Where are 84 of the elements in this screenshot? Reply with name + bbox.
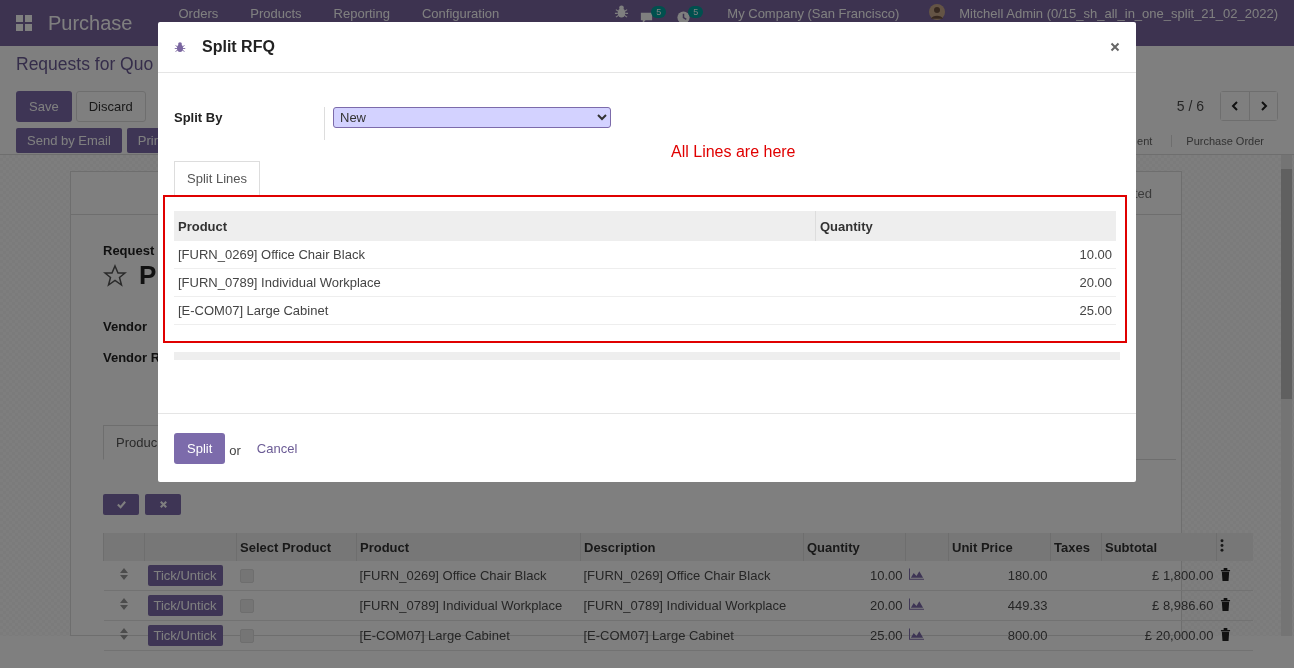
annotation-text: All Lines are here — [671, 143, 797, 161]
discard-button[interactable]: Discard — [75, 90, 146, 122]
avatar-icon[interactable] — [929, 4, 946, 20]
table-cell: £ 1,800.00 — [1101, 561, 1217, 591]
column-header: Product — [174, 211, 816, 241]
notebook-tab[interactable]: Split Lines — [174, 161, 260, 195]
menu-item[interactable]: Orders — [178, 6, 219, 21]
field-label: Split By — [174, 110, 224, 125]
chevron-right-icon — [1258, 101, 1269, 111]
tick-untick-button[interactable]: Tick/Untick — [147, 625, 223, 646]
drag-handle-icon[interactable] — [120, 598, 128, 610]
check-button[interactable] — [103, 494, 139, 515]
table-cell: 20.00 — [803, 590, 906, 621]
table-cell: 25.00 — [803, 620, 906, 651]
table-cell: [FURN_0269] Office Chair Black — [174, 241, 816, 269]
count-badge: 5 — [651, 6, 667, 18]
split-by-select[interactable]: New — [333, 107, 611, 128]
breadcrumb-link[interactable]: Requests for Quo — [16, 54, 154, 82]
table-cell: [FURN_0269] Office Chair Black — [356, 561, 581, 591]
trash-icon[interactable] — [1219, 567, 1231, 581]
or-text: or — [229, 442, 241, 458]
table-cell: 800.00 — [948, 620, 1051, 651]
table-cell: [FURN_0789] Individual Workplace — [356, 590, 581, 621]
trash-icon[interactable] — [1219, 627, 1231, 641]
company-switcher[interactable]: My Company (San Francisco) — [727, 6, 900, 21]
table-cell: [FURN_0789] Individual Workplace — [580, 590, 804, 621]
table-cell: 25.00 — [815, 296, 1116, 325]
table-cell: £ 8,986.60 — [1101, 590, 1217, 621]
cancel-link[interactable]: Cancel — [256, 440, 298, 456]
column-header: Description — [580, 533, 804, 561]
table-cell: 449.33 — [948, 590, 1051, 621]
close-icon[interactable] — [1110, 42, 1120, 52]
bug-icon — [174, 41, 186, 53]
table-cell: [FURN_0269] Office Chair Black — [580, 561, 804, 591]
menu-item[interactable]: Reporting — [333, 6, 390, 21]
tick-untick-button[interactable]: Tick/Untick — [147, 595, 223, 616]
column-header: Select Product — [236, 533, 357, 561]
area-chart-icon[interactable] — [908, 598, 924, 610]
chevron-left-icon — [1230, 101, 1240, 111]
table-cell: [E-COM07] Large Cabinet — [356, 620, 581, 651]
clock-icon[interactable] — [676, 10, 692, 25]
app-name: Purchase — [48, 11, 133, 35]
area-chart-icon[interactable] — [908, 568, 924, 580]
more-icon[interactable] — [1220, 539, 1224, 552]
field-label: Vendor — [103, 319, 148, 334]
bug-icon[interactable] — [614, 4, 630, 19]
drag-handle-icon[interactable] — [120, 628, 128, 640]
star-icon[interactable] — [103, 263, 127, 288]
column-header: Subtotal — [1101, 533, 1217, 561]
next-button[interactable] — [1249, 92, 1277, 120]
area-chart-icon[interactable] — [908, 628, 924, 640]
table-cell: [E-COM07] Large Cabinet — [174, 296, 816, 325]
trash-icon[interactable] — [1219, 597, 1231, 611]
table-cell: 10.00 — [803, 561, 906, 591]
column-header: Quantity — [803, 533, 906, 561]
tick-untick-button[interactable]: Tick/Untick — [147, 565, 223, 586]
table-cell: 20.00 — [815, 268, 1116, 297]
user-menu[interactable]: Mitchell Admin (0/15_sh_all_in_one_split_21_02_2022) — [959, 6, 1278, 21]
document-label: Request — [103, 243, 155, 258]
table-cell: [E-COM07] Large Cabinet — [580, 620, 804, 651]
status-step[interactable]: Purchase Order — [1171, 134, 1278, 147]
apps-menu-icon[interactable] — [16, 15, 32, 31]
action-button[interactable]: Send by Email — [16, 128, 122, 153]
split-button[interactable]: Split — [174, 432, 226, 464]
menu-item[interactable]: Configuration — [421, 6, 500, 21]
save-button[interactable]: Save — [16, 90, 72, 122]
column-header: Unit Price — [948, 533, 1051, 561]
table-cell: 180.00 — [948, 561, 1051, 591]
close-button[interactable] — [145, 494, 181, 515]
scrollbar[interactable] — [1281, 155, 1292, 636]
check-icon — [115, 499, 127, 510]
pager-value: 5 / 6 — [1176, 98, 1204, 114]
dialog-title: Split RFQ — [202, 38, 275, 56]
column-header: Product — [356, 533, 581, 561]
table-cell: 10.00 — [815, 241, 1116, 269]
count-badge: 5 — [688, 6, 704, 18]
table-cell: £ 20,000.00 — [1101, 620, 1217, 651]
column-header: Quantity — [815, 211, 1116, 241]
document-title: P — [139, 260, 157, 291]
drag-handle-icon[interactable] — [120, 568, 128, 580]
column-header: Taxes — [1050, 533, 1102, 561]
menu-item[interactable]: Products — [250, 6, 302, 21]
close-icon — [157, 499, 169, 510]
table-cell: [FURN_0789] Individual Workplace — [174, 268, 816, 297]
